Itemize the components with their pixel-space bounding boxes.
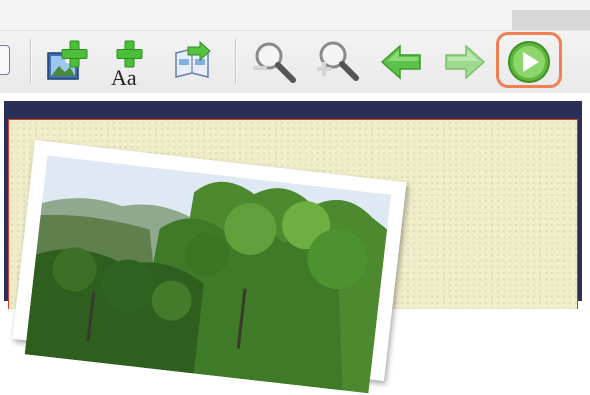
previous-button[interactable] [376,37,426,87]
zoom-in-button[interactable] [312,37,362,87]
toolbar-separator [30,39,31,83]
titlebar-control-area [512,10,590,30]
photo-image [24,155,392,394]
export-button[interactable] [168,37,218,87]
add-text-button[interactable]: Aa [104,37,154,87]
arrow-right-icon [445,44,486,80]
add-text-icon: Aa [111,40,143,87]
photo-frame[interactable] [12,140,407,394]
toolbar-separator [235,39,236,83]
zoom-out-button[interactable] [250,37,300,87]
zoom-in-icon [317,41,359,81]
zoom-out-icon [253,42,296,83]
add-image-button[interactable] [42,37,92,87]
play-button-highlight [496,32,562,88]
window-titlebar [0,0,590,30]
arrow-left-icon [380,44,421,80]
add-image-icon [47,40,88,80]
next-button[interactable] [440,37,490,87]
add-text-glyph: Aa [111,65,137,87]
export-icon [175,40,211,78]
toolbar-edge-button[interactable] [0,45,10,75]
